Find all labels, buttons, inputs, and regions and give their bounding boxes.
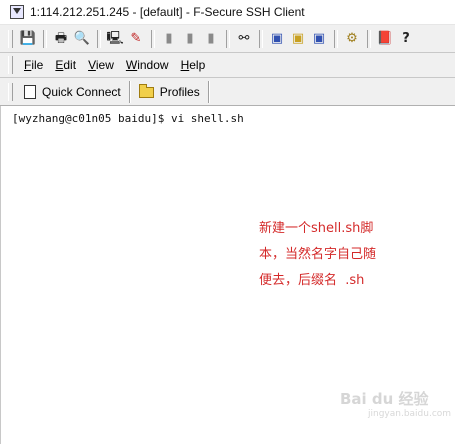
copy-icon[interactable]: ▮: [180, 29, 200, 49]
print-preview-icon[interactable]: 🔍: [72, 29, 92, 49]
menu-file-label: ile: [31, 58, 44, 72]
new-file-transfer-icon[interactable]: ▣: [288, 29, 308, 49]
toolbar-separator: [97, 29, 101, 48]
menu-file[interactable]: File: [18, 58, 49, 72]
menu-help-label: elp: [189, 58, 206, 72]
folder-icon: [138, 84, 154, 98]
menu-view-label: iew: [95, 58, 114, 72]
menu-bar: File Edit View Window Help: [0, 53, 455, 78]
toolbar-separator: [151, 29, 155, 48]
menu-edit-label: dit: [63, 58, 77, 72]
toolbar-grip[interactable]: [8, 29, 13, 48]
toolbar-separator: [334, 29, 338, 48]
cut-icon[interactable]: ▮: [159, 29, 179, 49]
title-bar: 1:114.212.251.245 - [default] - F-Secure…: [0, 0, 455, 25]
connbar-grip[interactable]: [8, 82, 13, 101]
annotation-line-3: 便去，后缀名 .sh: [259, 273, 365, 288]
watermark-url: jingyan.baidu.com: [368, 409, 452, 419]
watermark: Bai du 经验: [340, 390, 429, 408]
toolbar-separator: [259, 29, 263, 48]
toolbar-separator: [43, 29, 47, 48]
find-icon[interactable]: ⚯: [234, 29, 254, 49]
toolbar: 💾 🖶 🔍 🖳 ✎ ▮ ▮ ▮ ⚯ ▣ ▣ ▣ ⚙ 📕 ?: [0, 25, 455, 53]
profiles-button[interactable]: Profiles: [133, 81, 206, 103]
menu-window-accel: W: [125, 58, 138, 72]
terminal-command-line: [wyzhang@c01n05 baidu]$ vi shell.sh: [12, 112, 244, 125]
toolbar-separator: [367, 29, 371, 48]
toolbar-separator: [226, 29, 230, 48]
connbar-separator: [128, 80, 131, 103]
menu-help[interactable]: Help: [175, 58, 212, 72]
window-chrome: 💾 🖶 🔍 🖳 ✎ ▮ ▮ ▮ ⚯ ▣ ▣ ▣ ⚙ 📕 ? File Edit …: [0, 25, 455, 106]
new-terminal-icon[interactable]: ▣: [267, 29, 287, 49]
help-book-icon[interactable]: 📕: [375, 29, 395, 49]
app-icon[interactable]: [10, 5, 24, 19]
paste-icon[interactable]: ▮: [201, 29, 221, 49]
menu-help-accel: H: [180, 58, 190, 72]
menubar-grip[interactable]: [8, 56, 13, 74]
quick-connect-label: Quick Connect: [42, 84, 121, 99]
menu-window[interactable]: Window: [120, 58, 175, 72]
terminal-area[interactable]: [wyzhang@c01n05 baidu]$ vi shell.sh 新建一个…: [0, 106, 455, 444]
annotation-line-2: 本，当然名字自己随: [259, 247, 377, 262]
terminal-border: [0, 106, 1, 444]
connection-bar: Quick Connect Profiles: [0, 78, 455, 106]
annotation-line-1: 新建一个shell.sh脚: [259, 221, 374, 236]
settings-icon[interactable]: ⚙: [342, 29, 362, 49]
context-help-icon[interactable]: ?: [396, 29, 416, 49]
terminal-settings-icon[interactable]: ▣: [309, 29, 329, 49]
profiles-label: Profiles: [159, 84, 200, 99]
connbar-separator: [207, 80, 210, 103]
menu-view-accel: V: [88, 58, 96, 72]
quick-connect-button[interactable]: Quick Connect: [18, 81, 127, 103]
connect-icon[interactable]: ✎: [126, 29, 146, 49]
print-icon[interactable]: 🖶: [51, 29, 71, 49]
menu-window-label: indow: [137, 58, 169, 72]
menu-view[interactable]: View: [82, 58, 120, 72]
document-icon: [24, 84, 36, 99]
annotation: 新建一个shell.sh脚 本，当然名字自己随 便去，后缀名 .sh: [259, 216, 449, 294]
window-title: 1:114.212.251.245 - [default] - F-Secure…: [30, 5, 305, 19]
menu-edit[interactable]: Edit: [49, 58, 82, 72]
disconnect-icon[interactable]: 🖳: [105, 29, 125, 49]
save-icon[interactable]: 💾: [18, 29, 38, 49]
